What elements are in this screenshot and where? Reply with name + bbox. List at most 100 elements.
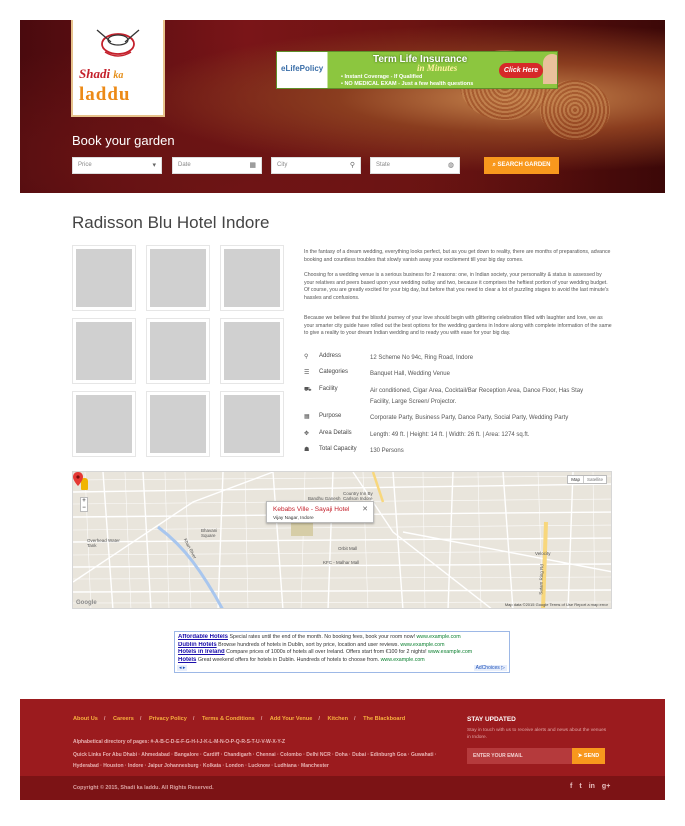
map-label: Country Inn By Carlson Indore (343, 491, 373, 501)
text-ad-block[interactable]: Affordable Hotels Special rates until th… (174, 631, 510, 673)
ad-url[interactable]: www.example.com (428, 649, 472, 655)
send-icon: ➤ (577, 753, 583, 759)
map-attribution[interactable]: Map data ©2015 Google Terms of Use Repor… (505, 602, 608, 607)
ad-nav-arrows[interactable]: ◂ ▸ (177, 665, 188, 671)
location-map[interactable]: + − Map Satellite Bandhu Ganesh Country … (72, 471, 612, 609)
henna-decoration (540, 80, 610, 140)
list-icon: ☰ (304, 370, 310, 376)
ad-row[interactable]: Dublin Hotels Browse hundreds of hotels … (178, 642, 506, 650)
footer-bottom-bar: Copyright © 2015, Shadi ka laddu. All Ri… (20, 776, 665, 800)
ad-url[interactable]: www.example.com (381, 657, 425, 663)
google-plus-icon[interactable]: g+ (602, 783, 610, 790)
site-logo[interactable]: Shadi ka laddu (73, 20, 163, 115)
logo-text-laddu: laddu (79, 84, 131, 105)
footer-link-terms[interactable]: Terms & Conditions (202, 716, 255, 722)
users-icon: ☗ (304, 447, 310, 453)
close-icon[interactable]: ✕ (362, 505, 368, 513)
ad-link[interactable]: Dublin Hotels (178, 642, 217, 648)
separator: / (318, 716, 320, 722)
insurance-ad-banner[interactable]: eLifePolicy Term Life Insurance in Minut… (276, 51, 558, 89)
detail-value: Air conditioned, Cigar Area, Cocktail/Ba… (370, 388, 584, 405)
map-marker-icon[interactable] (73, 472, 83, 486)
search-title: Book your garden (72, 133, 175, 148)
map-label: Satam Ring Rd (538, 564, 545, 595)
gallery-thumbnail[interactable] (146, 245, 210, 311)
linkedin-icon[interactable]: in (589, 783, 595, 790)
info-window-address: Vijay Nagar, Indore (273, 516, 314, 521)
price-select[interactable]: Price ▾ (72, 157, 162, 174)
ad-url[interactable]: www.example.com (416, 634, 460, 640)
building-icon: ▦ (304, 414, 310, 420)
zoom-control[interactable]: + − (80, 497, 88, 512)
newsletter-title: STAY UPDATED (467, 716, 516, 723)
gallery-thumbnail[interactable] (72, 245, 136, 311)
zoom-in-icon[interactable]: + (81, 498, 87, 505)
image-placeholder (224, 322, 280, 380)
image-placeholder (76, 249, 132, 307)
ad-link[interactable]: Hotels (178, 657, 196, 663)
caret-down-icon: ▾ (152, 162, 156, 169)
map-type-control[interactable]: Map Satellite (567, 475, 607, 484)
map-type-map[interactable]: Map (568, 476, 583, 483)
ad-cta-button[interactable]: Click Here (499, 63, 543, 78)
ad-subheadline: in Minutes (417, 63, 458, 73)
car-icon: ⛟ (304, 387, 312, 393)
newsletter-send-button[interactable]: ➤ SEND (572, 748, 605, 764)
date-input[interactable]: Date ▦ (172, 157, 262, 174)
page-title: Radisson Blu Hotel Indore (72, 213, 270, 232)
search-button-label: SEARCH GARDEN (497, 162, 551, 168)
ad-bullet: • NO MEDICAL EXAM - Just a few health qu… (341, 81, 474, 87)
separator: / (354, 716, 356, 722)
footer-link-add-venue[interactable]: Add Your Venue (270, 716, 313, 722)
footer-link-kitchen[interactable]: Kitchen (328, 716, 349, 722)
gallery-thumbnail[interactable] (72, 391, 136, 457)
city-input[interactable]: City ⚲ (271, 157, 361, 174)
copyright-text: Copyright © 2015, Shadi ka laddu. All Ri… (73, 785, 214, 791)
ad-bullet: • Instant Coverage - If Qualified (341, 74, 423, 80)
zoom-out-icon[interactable]: − (81, 505, 87, 512)
ad-link[interactable]: Affordable Hotels (178, 634, 228, 640)
logo-text-shadi: Shadi ka (79, 66, 124, 81)
twitter-icon[interactable]: t (579, 783, 581, 790)
ad-row[interactable]: Hotels in Ireland Compare prices of 1000… (178, 649, 506, 657)
detail-label: Categories (319, 369, 349, 375)
gallery-thumbnail[interactable] (146, 318, 210, 384)
gallery-thumbnail[interactable] (220, 245, 284, 311)
search-garden-button[interactable]: ⌕ SEARCH GARDEN (484, 157, 559, 174)
gallery-thumbnail[interactable] (72, 318, 136, 384)
send-label: SEND (583, 753, 600, 759)
description-paragraph: Choosing for a wedding venue is a seriou… (304, 272, 609, 301)
ad-row[interactable]: Affordable Hotels Special rates until th… (178, 634, 506, 642)
gallery-thumbnail[interactable] (146, 391, 210, 457)
hero-banner: Shadi ka laddu eLifePolicy Term Life Ins… (20, 20, 665, 193)
image-placeholder (76, 395, 132, 453)
map-type-satellite[interactable]: Satellite (582, 476, 606, 483)
newsletter-email-input[interactable]: ENTER YOUR EMAIL (467, 748, 572, 764)
state-input[interactable]: State ◍ (370, 157, 460, 174)
ad-link[interactable]: Hotels in Ireland (178, 649, 225, 655)
footer-nav: About Us / Careers / Privacy Policy / Terms… (73, 716, 405, 722)
ad-text: Great weekend offers for hotels in Dubli… (196, 656, 381, 663)
map-label: Bhavani Square (201, 528, 218, 538)
gallery-thumbnail[interactable] (220, 318, 284, 384)
ad-text: Special rates until the end of the month… (228, 634, 417, 640)
quick-links[interactable]: Quick Links For Abu Dhabi · Ahmedabad · … (73, 750, 453, 771)
detail-label: Address (319, 353, 342, 359)
google-logo: Google (76, 600, 97, 606)
ad-url[interactable]: www.example.com (400, 642, 444, 648)
map-info-window[interactable]: Kebabs Ville - Sayaji Hotel Vijay Nagar,… (266, 501, 374, 523)
city-placeholder: City (277, 162, 288, 168)
gallery-thumbnail[interactable] (220, 391, 284, 457)
footer-link-about[interactable]: About Us (73, 716, 98, 722)
state-placeholder: State (376, 162, 391, 168)
alphabet-directory[interactable]: Alphabetical directory of pages: #-A-B-C… (73, 739, 285, 745)
map-label: KFC - Malhar Mall (323, 560, 360, 565)
ad-row[interactable]: Hotels Great weekend offers for hotels i… (178, 657, 506, 665)
footer-link-blackboard[interactable]: The Blackboard (363, 716, 405, 722)
adchoices-link[interactable]: AdChoices ▷ (473, 665, 507, 671)
facebook-icon[interactable]: f (570, 783, 572, 790)
footer-link-privacy[interactable]: Privacy Policy (149, 716, 187, 722)
footer-link-careers[interactable]: Careers (113, 716, 134, 722)
globe-icon: ◍ (447, 162, 454, 169)
ad-text: Compare prices of 1000s of hotels all ov… (224, 649, 429, 655)
